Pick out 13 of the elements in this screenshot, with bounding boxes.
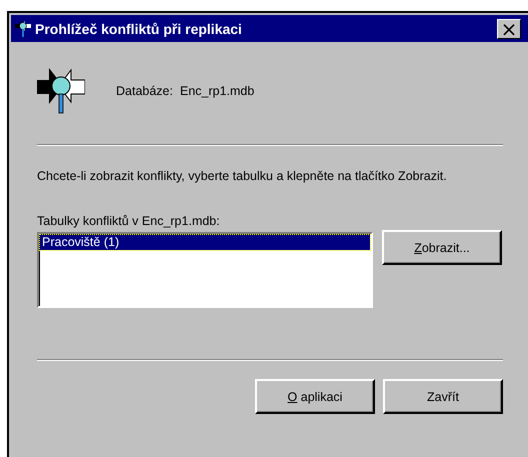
magnifier-icon	[37, 68, 85, 114]
instruction-text: Chcete-li zobrazit konflikty, vyberte tabulku a klepněte na tlačítko Zobrazit.	[37, 168, 448, 185]
dialog-button[interactable]: Zavřít	[383, 379, 503, 414]
list-item[interactable]: Pracoviště (1)	[40, 235, 370, 250]
magnifier-icon	[15, 20, 31, 38]
database-label: Databáze:	[116, 84, 173, 98]
database-name: Enc_rp1.mdb	[180, 84, 254, 98]
close-button[interactable]: ×	[497, 18, 521, 38]
list-label: Tabulky konfliktů v Enc_rp1.mdb:	[37, 214, 221, 228]
table-list[interactable]: Pracoviště (1)	[37, 232, 373, 308]
view-button[interactable]: Zobrazit...	[382, 230, 502, 265]
window-title: Prohlížeč konfliktů při replikaci	[35, 20, 243, 36]
dialog-button[interactable]: O aplikaci	[255, 379, 375, 414]
